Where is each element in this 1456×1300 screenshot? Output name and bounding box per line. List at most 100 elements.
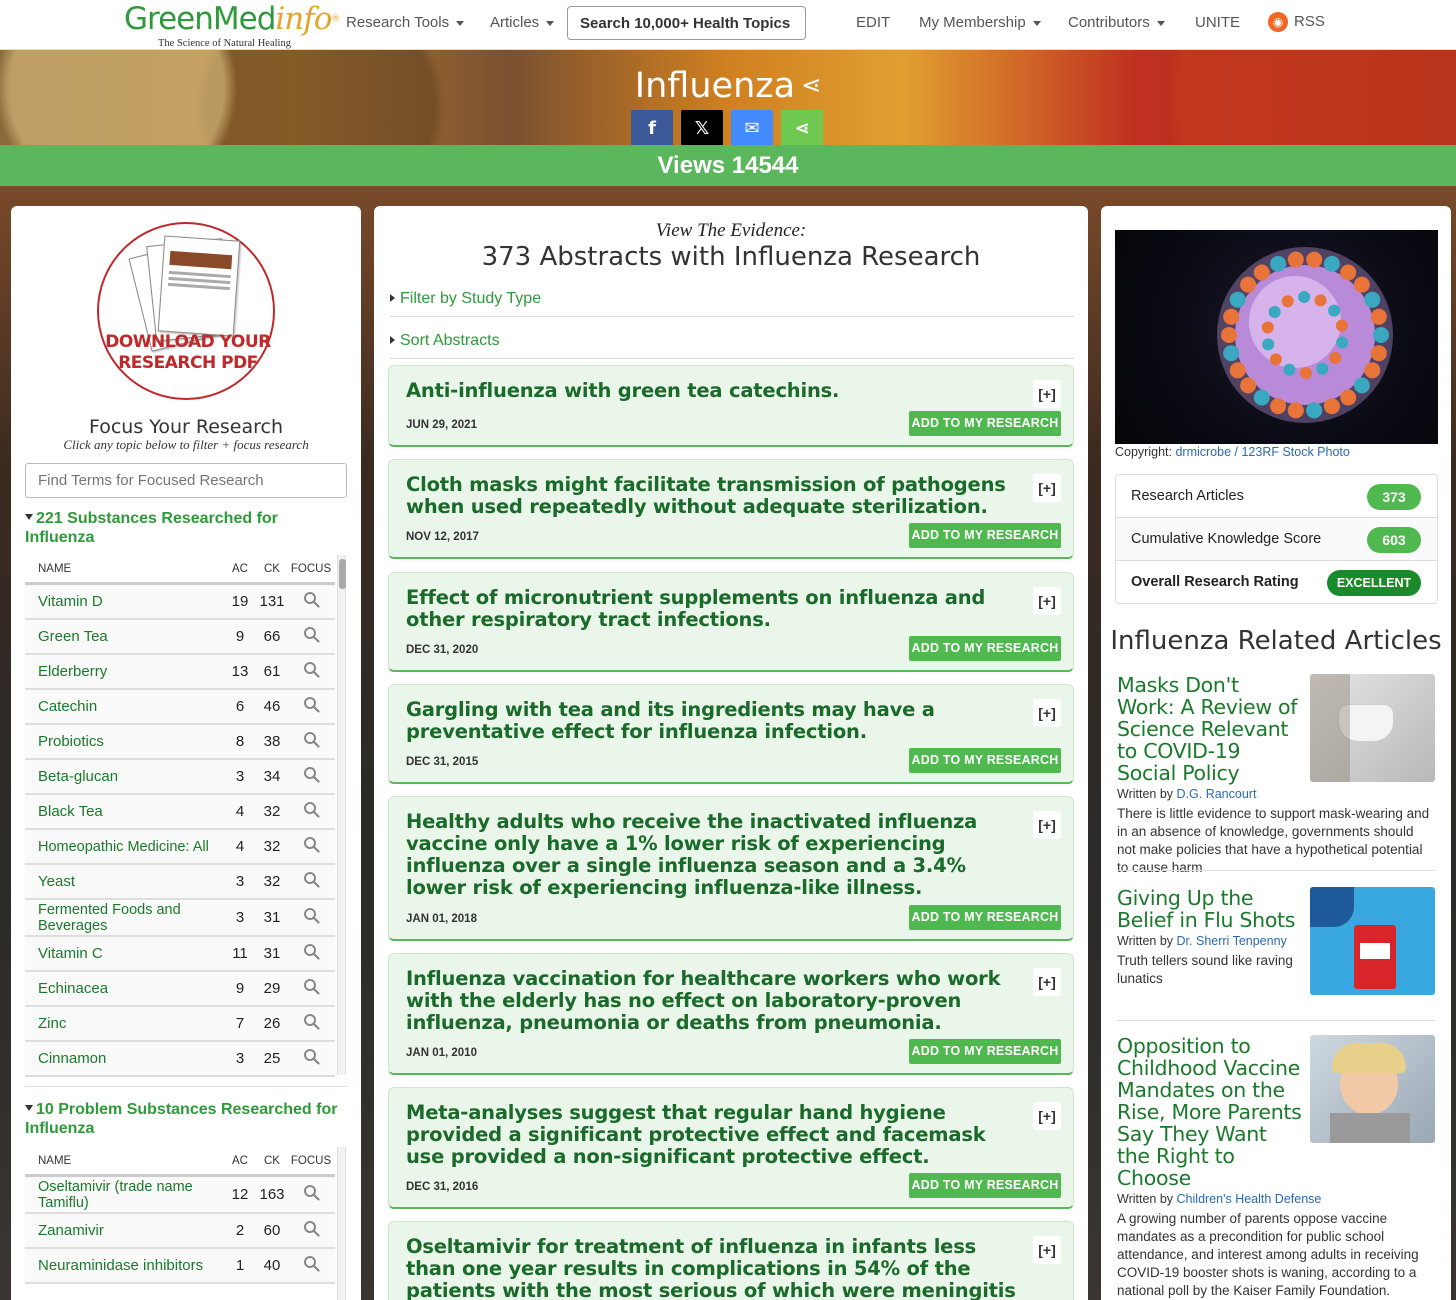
abstract-title-link[interactable]: Effect of micronutrient supplements on i… <box>406 587 1030 631</box>
substance-name[interactable]: Fermented Foods and Beverages <box>25 902 223 934</box>
col-ac-header[interactable]: AC <box>223 1155 257 1167</box>
table-row[interactable]: Fermented Foods and Beverages 3 31 <box>25 900 335 937</box>
magnifier-icon[interactable] <box>287 1255 335 1277</box>
add-to-research-button[interactable]: ADD TO MY RESEARCH <box>909 905 1061 930</box>
magnifier-icon[interactable] <box>287 907 335 929</box>
substance-name[interactable]: Probiotics <box>25 733 223 750</box>
magnifier-icon[interactable] <box>287 766 335 788</box>
article-title-link[interactable]: Opposition to Childhood Vaccine Mandates… <box>1117 1035 1302 1189</box>
nav-rss[interactable]: ◉ RSS <box>1268 12 1325 32</box>
magnifier-icon[interactable] <box>287 591 335 613</box>
magnifier-icon[interactable] <box>287 1220 335 1242</box>
filter-by-study-type-link[interactable]: Filter by Study Type <box>390 290 541 308</box>
substance-name[interactable]: Echinacea <box>25 980 223 997</box>
table-row[interactable]: Beta-glucan 3 34 <box>25 760 335 795</box>
substance-name[interactable]: Beta-glucan <box>25 768 223 785</box>
substance-name[interactable]: Black Tea <box>25 803 223 820</box>
nav-edit[interactable]: EDIT <box>856 14 890 31</box>
author-link[interactable]: D.G. Rancourt <box>1177 787 1257 801</box>
substance-name[interactable]: Green Tea <box>25 628 223 645</box>
table-row[interactable]: Zinc 7 26 <box>25 1007 335 1042</box>
article-thumbnail[interactable] <box>1310 674 1435 782</box>
nav-research-tools[interactable]: Research Tools <box>346 14 465 31</box>
abstract-title-link[interactable]: Oseltamivir for treatment of influenza i… <box>406 1236 1030 1300</box>
share-icon[interactable]: ⋖ <box>801 71 821 99</box>
add-to-research-button[interactable]: ADD TO MY RESEARCH <box>909 411 1061 436</box>
share-share-button[interactable]: ⋖ <box>781 110 823 146</box>
search-topics-button[interactable]: Search 10,000+ Health Topics <box>567 6 806 40</box>
expand-button[interactable]: [+] <box>1033 1102 1061 1130</box>
expand-button[interactable]: [+] <box>1033 1236 1061 1264</box>
substance-name[interactable]: Vitamin C <box>25 945 223 962</box>
col-ac-header[interactable]: AC <box>223 563 257 575</box>
substance-name[interactable]: Zinc <box>25 1015 223 1032</box>
table-row[interactable]: Zanamivir 2 60 <box>25 1214 335 1249</box>
add-to-research-button[interactable]: ADD TO MY RESEARCH <box>909 1039 1061 1064</box>
substance-name[interactable]: Elderberry <box>25 663 223 680</box>
expand-button[interactable]: [+] <box>1033 474 1061 502</box>
substances-heading[interactable]: 221 Substances Researched for Influenza <box>25 509 345 547</box>
substance-name[interactable]: Vitamin D <box>25 593 223 610</box>
expand-button[interactable]: [+] <box>1033 811 1061 839</box>
magnifier-icon[interactable] <box>287 943 335 965</box>
magnifier-icon[interactable] <box>287 661 335 683</box>
substance-name[interactable]: Catechin <box>25 698 223 715</box>
table-row[interactable]: Echinacea 9 29 <box>25 972 335 1007</box>
author-link[interactable]: Children's Health Defense <box>1177 1192 1322 1206</box>
problem-scrollbar[interactable] <box>337 1147 346 1300</box>
table-row[interactable]: Cinnamon 3 25 <box>25 1042 335 1077</box>
messenger-share-button[interactable]: ✉ <box>731 110 773 146</box>
author-link[interactable]: Dr. Sherri Tenpenny <box>1177 934 1287 948</box>
col-focus-header[interactable]: FOCUS <box>287 1155 335 1167</box>
abstract-title-link[interactable]: Cloth masks might facilitate transmissio… <box>406 474 1030 518</box>
abstract-title-link[interactable]: Anti-influenza with green tea catechins. <box>406 380 1030 402</box>
article-thumbnail[interactable] <box>1310 1035 1435 1143</box>
substance-name[interactable]: Neuraminidase inhibitors <box>25 1257 223 1274</box>
substance-name[interactable]: Oseltamivir (trade name Tamiflu) <box>25 1179 223 1211</box>
expand-button[interactable]: [+] <box>1033 380 1061 408</box>
substances-scrollbar[interactable] <box>337 555 346 1075</box>
table-row[interactable]: Catechin 6 46 <box>25 690 335 725</box>
table-row[interactable]: Oseltamivir (trade name Tamiflu) 12 163 <box>25 1177 335 1214</box>
table-row[interactable]: Probiotics 8 38 <box>25 725 335 760</box>
table-row[interactable]: Elderberry 13 61 <box>25 655 335 690</box>
magnifier-icon[interactable] <box>287 626 335 648</box>
table-row[interactable]: Neuraminidase inhibitors 1 40 <box>25 1249 335 1284</box>
site-logo[interactable]: GreenMedinfo® The Science of Natural Hea… <box>124 2 340 49</box>
table-row[interactable]: Homeopathic Medicine: All 4 32 <box>25 830 335 865</box>
expand-button[interactable]: [+] <box>1033 699 1061 727</box>
x-share-button[interactable]: 𝕏 <box>681 110 723 146</box>
table-row[interactable]: Black Tea 4 32 <box>25 795 335 830</box>
add-to-research-button[interactable]: ADD TO MY RESEARCH <box>909 1173 1061 1198</box>
scrollbar-thumb[interactable] <box>339 559 346 589</box>
table-row[interactable]: Yeast 3 32 <box>25 865 335 900</box>
col-name-header[interactable]: NAME <box>25 1155 223 1167</box>
expand-button[interactable]: [+] <box>1033 587 1061 615</box>
table-row[interactable]: Vitamin D 19 131 <box>25 585 335 620</box>
abstract-title-link[interactable]: Gargling with tea and its ingredients ma… <box>406 699 1030 743</box>
expand-button[interactable]: [+] <box>1033 968 1061 996</box>
add-to-research-button[interactable]: ADD TO MY RESEARCH <box>909 523 1061 548</box>
nav-contributors[interactable]: Contributors <box>1068 14 1165 31</box>
copyright-link[interactable]: drmicrobe / 123RF Stock Photo <box>1175 445 1349 459</box>
add-to-research-button[interactable]: ADD TO MY RESEARCH <box>909 636 1061 661</box>
abstract-title-link[interactable]: Influenza vaccination for healthcare wor… <box>406 968 1030 1034</box>
magnifier-icon[interactable] <box>287 871 335 893</box>
download-pdf-button[interactable]: DOWNLOAD YOUR RESEARCH PDF <box>97 222 275 400</box>
substance-name[interactable]: Cinnamon <box>25 1050 223 1067</box>
magnifier-icon[interactable] <box>287 731 335 753</box>
nav-unite[interactable]: UNITE <box>1195 14 1240 31</box>
magnifier-icon[interactable] <box>287 1048 335 1070</box>
substance-name[interactable]: Homeopathic Medicine: All <box>25 839 223 855</box>
col-ck-header[interactable]: CK <box>257 563 287 575</box>
magnifier-icon[interactable] <box>287 1184 335 1206</box>
table-row[interactable]: Green Tea 9 66 <box>25 620 335 655</box>
article-title-link[interactable]: Giving Up the Belief in Flu Shots <box>1117 887 1302 931</box>
add-to-research-button[interactable]: ADD TO MY RESEARCH <box>909 748 1061 773</box>
problem-substances-heading[interactable]: 10 Problem Substances Researched for Inf… <box>25 1100 345 1138</box>
col-focus-header[interactable]: FOCUS <box>287 563 335 575</box>
nav-articles[interactable]: Articles <box>490 14 555 31</box>
col-name-header[interactable]: NAME <box>25 563 223 575</box>
abstract-title-link[interactable]: Healthy adults who receive the inactivat… <box>406 811 1030 899</box>
article-title-link[interactable]: Masks Don't Work: A Review of Science Re… <box>1117 674 1302 784</box>
